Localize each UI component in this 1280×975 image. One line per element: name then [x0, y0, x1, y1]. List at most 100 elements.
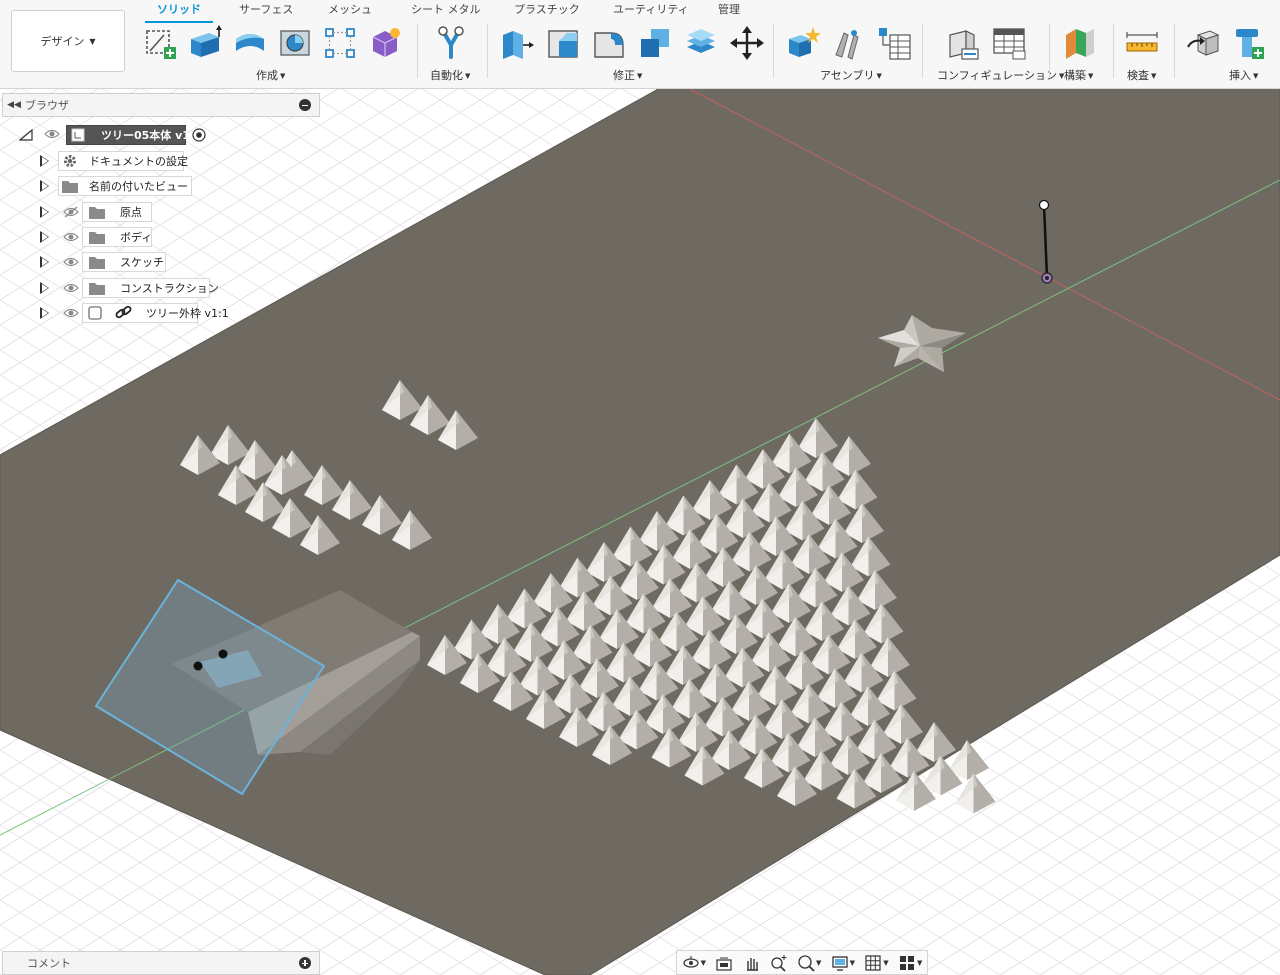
browser-item-label: ドキュメントの設定 — [89, 155, 188, 168]
browser-root-row[interactable]: ツリー05本体 v1 — [0, 125, 320, 145]
shell-icon[interactable] — [683, 25, 719, 61]
browser-item-label: 名前の付いたビュー — [89, 180, 188, 193]
chevron-down-icon: ▼ — [916, 958, 923, 967]
chevron-down-icon: ▼ — [849, 958, 856, 967]
measure-icon[interactable] — [1124, 25, 1160, 61]
browser-item[interactable]: ツリー外枠 v1:1 — [0, 303, 320, 323]
revolve-icon[interactable] — [232, 25, 268, 61]
chamfer-icon[interactable] — [591, 25, 627, 61]
divider — [922, 24, 923, 78]
browser-item[interactable]: ドキュメントの設定 — [0, 151, 320, 171]
eye-icon[interactable] — [44, 128, 60, 140]
expand-triangle-icon[interactable] — [40, 206, 49, 218]
tab-utilities[interactable]: ユーティリティ — [613, 3, 689, 19]
combine-icon[interactable] — [637, 25, 673, 61]
browser-item[interactable]: コンストラクション — [0, 278, 320, 298]
automate-icon[interactable] — [433, 25, 469, 61]
workspace-switcher[interactable]: デザイン ▼ — [11, 10, 125, 72]
tab-surface[interactable]: サーフェス — [239, 3, 293, 19]
chevron-down-icon: ▼ — [883, 958, 889, 967]
divider — [417, 24, 418, 78]
eye-icon[interactable] — [63, 307, 79, 319]
insert-menu[interactable]: 挿入 ▼ — [1229, 67, 1258, 83]
browser-panel-header[interactable]: ◀◀ ブラウザ — [2, 93, 320, 117]
add-comment-icon[interactable] — [299, 957, 311, 969]
insert-mcmaster-icon[interactable] — [1230, 25, 1266, 61]
display-settings-button[interactable]: ▼ — [831, 954, 855, 972]
tab-plastic[interactable]: プラスチック — [514, 3, 580, 19]
collapse-triangle-icon[interactable] — [19, 129, 33, 141]
new-component-icon[interactable] — [785, 25, 821, 61]
component-icon — [71, 128, 85, 142]
offset-plane-icon[interactable] — [1062, 25, 1098, 61]
folder-icon — [89, 232, 105, 244]
assemble-menu[interactable]: アセンブリ ▼ — [820, 67, 882, 83]
assemble-menu-label: アセンブリ — [820, 69, 875, 82]
tab-mesh[interactable]: メッシュ — [328, 3, 372, 19]
chevron-down-icon: ▼ — [465, 72, 471, 80]
configure-icon[interactable] — [944, 25, 980, 61]
modify-menu-label: 修正 — [613, 69, 635, 82]
browser-item[interactable]: ボディ — [0, 227, 320, 247]
browser-item[interactable]: 名前の付いたビュー — [0, 176, 320, 196]
browser-item-label: コンストラクション — [120, 282, 219, 295]
construct-menu[interactable]: 構築 ▼ — [1064, 67, 1093, 83]
chevron-down-icon: ▼ — [637, 72, 643, 80]
orbit-button[interactable]: ▼ — [682, 954, 706, 972]
create-sketch-icon[interactable] — [142, 25, 178, 61]
browser-item-label: 原点 — [120, 206, 142, 219]
create-menu[interactable]: 作成 ▼ — [256, 67, 285, 83]
automate-menu[interactable]: 自動化 ▼ — [430, 67, 470, 83]
comments-title: コメント — [27, 957, 71, 970]
browser-item-label: スケッチ — [120, 256, 164, 269]
expand-triangle-icon[interactable] — [40, 155, 49, 167]
configure-menu-label: コンフィギュレーション — [937, 69, 1058, 82]
eye-icon[interactable] — [63, 256, 79, 268]
zoom-button[interactable] — [770, 954, 788, 972]
chevron-down-icon: ▼ — [876, 72, 882, 80]
browser-item[interactable]: スケッチ — [0, 252, 320, 272]
bom-icon[interactable] — [876, 25, 912, 61]
fillet-icon[interactable] — [545, 25, 581, 61]
expand-triangle-icon[interactable] — [40, 282, 49, 294]
expand-triangle-icon[interactable] — [40, 180, 49, 192]
hole-icon[interactable] — [277, 25, 313, 61]
inspect-menu[interactable]: 検査 ▼ — [1127, 67, 1156, 83]
joint-icon[interactable] — [830, 25, 866, 61]
folder-icon — [89, 283, 105, 295]
eye-hidden-icon[interactable] — [63, 206, 79, 218]
fit-button[interactable]: ▼ — [797, 954, 821, 972]
minimize-icon[interactable] — [299, 99, 311, 111]
chevron-down-icon: ▼ — [1088, 72, 1094, 80]
activate-radio-icon[interactable] — [192, 128, 206, 142]
expand-triangle-icon[interactable] — [40, 256, 49, 268]
move-icon[interactable] — [729, 25, 765, 61]
fit-icon — [798, 954, 815, 972]
pattern-icon[interactable] — [322, 25, 358, 61]
viewports-button[interactable]: ▼ — [898, 954, 922, 972]
tab-sheet-metal[interactable]: シート メタル — [411, 3, 481, 19]
configure-menu[interactable]: コンフィギュレーション ▼ — [937, 67, 1064, 83]
tab-solid[interactable]: ソリッド — [145, 3, 213, 23]
eye-icon[interactable] — [63, 231, 79, 243]
collapse-panel-icon[interactable]: ◀◀ — [3, 100, 25, 110]
expand-triangle-icon[interactable] — [40, 231, 49, 243]
eye-icon[interactable] — [63, 282, 79, 294]
create-menu-label: 作成 — [256, 69, 278, 82]
look-at-button[interactable] — [715, 954, 733, 972]
tab-manage[interactable]: 管理 — [718, 3, 740, 19]
chevron-down-icon: ▼ — [1253, 72, 1259, 80]
pan-button[interactable] — [743, 954, 761, 972]
comments-panel[interactable]: コメント — [2, 951, 320, 975]
expand-triangle-icon[interactable] — [40, 307, 49, 319]
press-pull-icon[interactable] — [499, 25, 535, 61]
modify-menu[interactable]: 修正 ▼ — [613, 67, 642, 83]
insert-derive-icon[interactable] — [1186, 25, 1222, 61]
extrude-icon[interactable] — [187, 25, 223, 61]
grid-button[interactable]: ▼ — [864, 954, 889, 972]
table-icon[interactable] — [991, 25, 1027, 61]
create-form-icon[interactable] — [367, 25, 403, 61]
chevron-down-icon: ▼ — [1151, 72, 1157, 80]
viewports-icon — [899, 955, 914, 970]
browser-item[interactable]: 原点 — [0, 202, 320, 222]
